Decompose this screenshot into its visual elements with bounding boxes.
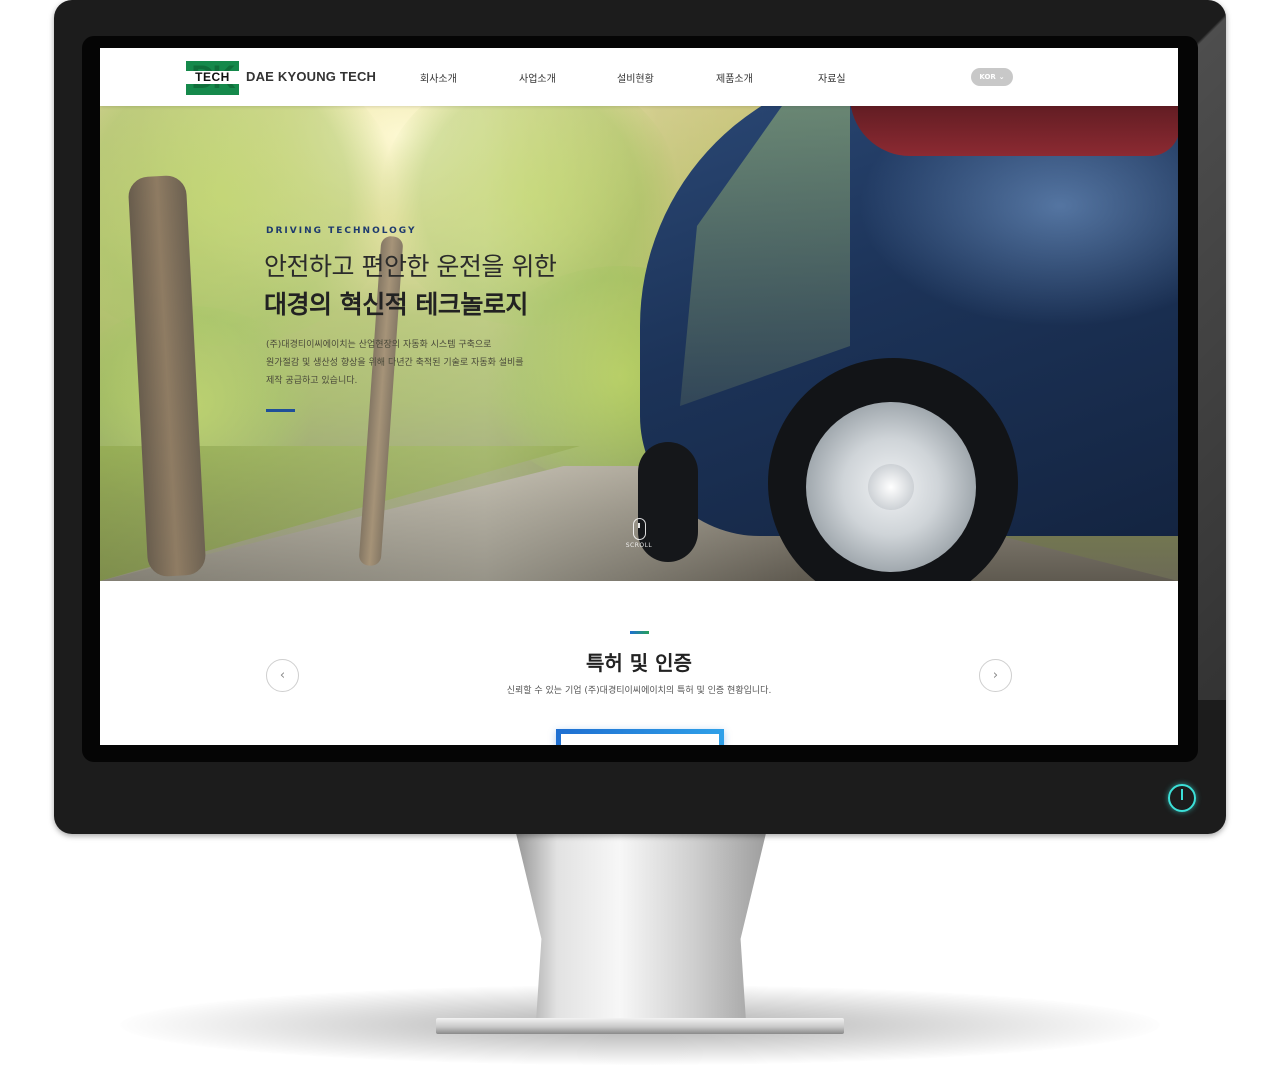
chevron-left-icon: ‹ [279, 668, 286, 683]
nav-item-facilities[interactable]: 설비현황 [617, 70, 654, 85]
scroll-indicator[interactable]: SCROLL [624, 518, 654, 549]
hero-title-line1: 안전하고 편안한 운전을 위한 [264, 252, 557, 281]
logo-sub-text: TECH [186, 71, 239, 84]
patents-section: 특허 및 인증 신뢰할 수 있는 기업 (주)대경티이씨에이치의 특허 및 인증… [100, 581, 1178, 745]
nav-item-company[interactable]: 회사소개 [420, 70, 457, 85]
car-hubcap-shape [806, 402, 976, 572]
nav-item-business[interactable]: 사업소개 [519, 70, 556, 85]
section-subtitle: 신뢰할 수 있는 기업 (주)대경티이씨에이치의 특허 및 인증 현황입니다. [506, 686, 772, 696]
chevron-right-icon: › [992, 668, 999, 683]
website-screen: DK TECH DAE KYOUNG TECH 회사소개 사업소개 설비현황 제… [100, 48, 1178, 745]
hero-banner: DRIVING TECHNOLOGY 안전하고 편안한 운전을 위한 대경의 혁… [100, 106, 1178, 581]
brand-name[interactable]: DAE KYOUNG TECH [246, 69, 376, 84]
language-selected: KOR [979, 73, 996, 81]
mouse-icon [632, 518, 646, 540]
language-select[interactable]: KOR ⌄ [971, 68, 1013, 86]
site-header: DK TECH DAE KYOUNG TECH 회사소개 사업소개 설비현황 제… [100, 48, 1178, 106]
section-accent-bar [630, 631, 649, 634]
car-tail-light-shape [850, 106, 1178, 156]
hero-description-line: 원가절감 및 생산성 향상을 위해 다년간 축적된 기술로 자동화 설비를 [266, 358, 524, 368]
hero-title-line2: 대경의 혁신적 테크놀로지 [264, 290, 528, 319]
logo-icon[interactable]: DK TECH [186, 59, 239, 95]
hero-description-line: 제작 공급하고 있습니다. [266, 376, 358, 386]
section-title: 특허 및 인증 [586, 651, 692, 675]
scroll-label: SCROLL [625, 542, 653, 549]
monitor-stand-base [436, 1018, 844, 1034]
nav-item-products[interactable]: 제품소개 [716, 70, 753, 85]
chevron-down-icon: ⌄ [998, 73, 1005, 81]
monitor-stand-neck [515, 830, 767, 1019]
hero-accent-bar [266, 409, 295, 412]
power-icon[interactable] [1168, 784, 1196, 812]
hero-description: (주)대경티이씨에이치는 산업현장의 자동화 시스템 구축으로 원가절감 및 생… [266, 336, 566, 390]
nav-item-resources[interactable]: 자료실 [818, 70, 846, 85]
hero-description-line: (주)대경티이씨에이치는 산업현장의 자동화 시스템 구축으로 [266, 340, 492, 350]
hero-kicker: DRIVING TECHNOLOGY [266, 226, 417, 236]
certificate-card[interactable] [556, 729, 724, 745]
prev-arrow-button[interactable]: ‹ [266, 659, 299, 692]
next-arrow-button[interactable]: › [979, 659, 1012, 692]
